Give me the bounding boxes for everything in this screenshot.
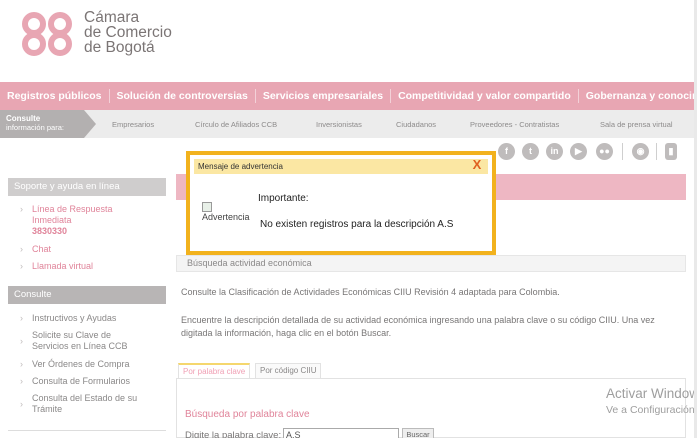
ordenes-compra-label: Ver Órdenes de Compra — [32, 359, 130, 369]
instructivos-label: Instructivos y Ayudas — [32, 313, 117, 323]
search-title: Búsqueda por palabra clave — [185, 409, 310, 420]
social-divider — [656, 143, 657, 160]
rss-icon[interactable]: ◉ — [632, 143, 649, 160]
section-title: Búsqueda actividad económica — [176, 255, 686, 272]
intro-text: Consulte la Clasificación de Actividades… — [181, 287, 560, 297]
bullet-icon: › — [20, 376, 23, 386]
bullet-icon: › — [20, 399, 23, 409]
broken-image-icon — [202, 201, 212, 212]
warning-image-alt: Advertencia — [202, 211, 250, 222]
search-button[interactable]: Buscar — [402, 428, 434, 438]
audience-circulo-afiliados[interactable]: Círculo de Afiliados CCB — [195, 120, 277, 129]
ccb-logo-icon — [22, 12, 72, 56]
social-divider — [622, 143, 623, 160]
nav-gobernanza[interactable]: Gobernanza y conocimiento empresarial — [579, 89, 697, 103]
audience-empresarios[interactable]: Empresarios — [112, 120, 154, 129]
linea-label-1: Línea de Respuesta — [32, 204, 113, 214]
logo-line-3: de Bogotá — [84, 39, 155, 56]
bullet-icon: › — [20, 261, 23, 271]
youtube-icon[interactable]: ▶ — [570, 143, 587, 160]
instructions-text: Encuentre la descripción detallada de su… — [181, 314, 686, 340]
sidebar-support-title: Soporte y ayuda en línea — [8, 178, 166, 196]
audience-nav: Consulte información para: Empresarios C… — [0, 110, 697, 138]
audience-inversionistas[interactable]: Inversionistas — [316, 120, 362, 129]
activate-windows-title: Activar Windows — [606, 386, 697, 401]
audience-ciudadanos[interactable]: Ciudadanos — [396, 120, 436, 129]
audience-proveedores[interactable]: Proveedores - Contratistas — [470, 120, 559, 129]
instructions-line-1: Encuentre la descripción detallada de su… — [181, 315, 655, 325]
linkedin-icon[interactable]: in — [546, 143, 563, 160]
nav-solucion-controversias[interactable]: Solución de controversias — [110, 89, 256, 103]
ccb-logo[interactable]: Cámara de Comercio de Bogotá — [18, 10, 188, 58]
facebook-icon[interactable]: f — [498, 143, 515, 160]
estado-tramite-label: Consulta del Estado de su Trámite — [32, 393, 138, 414]
sidebar-divider — [8, 430, 166, 431]
keyword-input[interactable] — [283, 428, 399, 438]
logo-line-2: de Comercio — [84, 24, 172, 41]
warning-image: Advertencia — [202, 201, 258, 229]
bullet-icon: › — [20, 359, 23, 369]
audience-sala-prensa[interactable]: Sala de prensa virtual — [600, 120, 673, 129]
flickr-icon[interactable]: ●● — [596, 143, 613, 160]
mobile-icon[interactable]: ▮ — [665, 143, 677, 160]
solicite-clave-label: Solicite su Clave de Servicios en Línea … — [32, 330, 128, 351]
bullet-icon: › — [20, 244, 23, 254]
bullet-icon: › — [20, 313, 23, 323]
formularios-label: Consulta de Formularios — [32, 376, 131, 386]
audience-nav-subtitle: información para: — [6, 123, 64, 132]
llamada-label: Llamada virtual — [32, 261, 94, 271]
dialog-heading: Importante: — [258, 193, 309, 204]
sidebar-consulte-title: Consulte — [8, 286, 166, 304]
audience-nav-label: Consulte información para: — [0, 110, 84, 138]
logo-line-1: Cámara — [84, 9, 140, 26]
tab-palabra-clave[interactable]: Por palabra clave — [178, 363, 251, 379]
nav-servicios-empresariales[interactable]: Servicios empresariales — [256, 89, 392, 103]
audience-nav-arrow — [84, 110, 96, 138]
audience-nav-title: Consulte — [6, 114, 41, 123]
chat-label: Chat — [32, 244, 52, 254]
nav-competitividad[interactable]: Competitividad y valor compartido — [391, 89, 579, 103]
main-nav: Registros públicos Solución de controver… — [0, 82, 697, 110]
activate-windows-subtitle: Ve a Configuración — [606, 404, 695, 416]
dialog-title: Mensaje de advertencia — [194, 159, 488, 174]
close-icon[interactable]: X — [470, 158, 484, 172]
bullet-icon: › — [20, 336, 23, 346]
bullet-icon: › — [20, 204, 23, 214]
logo-text: Cámara de Comercio de Bogotá — [84, 9, 172, 56]
twitter-icon[interactable]: t — [522, 143, 539, 160]
dialog-message: No existen registros para la descripción… — [260, 219, 454, 230]
search-label: Digite la palabra clave: — [185, 430, 282, 438]
tab-codigo-ciiu[interactable]: Por código CIIU — [255, 363, 322, 379]
linea-label-2: Inmediata — [32, 215, 72, 225]
phone-number: 3830330 — [32, 226, 68, 236]
instructions-line-2: digitada la información, haga clic en el… — [181, 328, 392, 338]
warning-dialog: Mensaje de advertencia X Advertencia Imp… — [186, 151, 496, 255]
page: Cámara de Comercio de Bogotá Registros p… — [0, 0, 697, 438]
nav-registros-publicos[interactable]: Registros públicos — [0, 89, 110, 103]
